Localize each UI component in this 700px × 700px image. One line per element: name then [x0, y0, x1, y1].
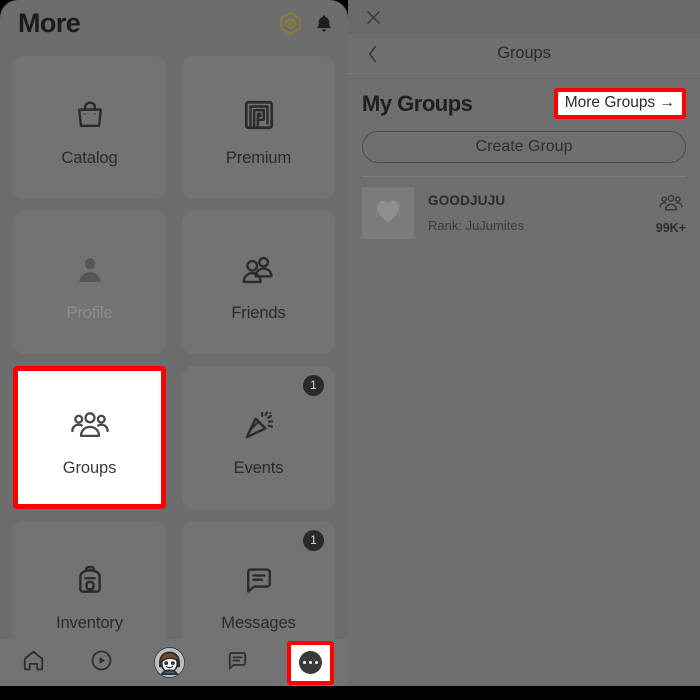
close-x-icon[interactable]: [364, 8, 383, 27]
tile-label: Groups: [62, 459, 117, 477]
status-badge: 1: [303, 375, 324, 396]
section-title: My Groups: [362, 90, 473, 116]
group-list-item[interactable]: GOODJUJU Rank: JuJumites 99K+: [348, 177, 700, 249]
chevron-left-icon[interactable]: [366, 44, 379, 64]
tile-label: Events: [233, 459, 284, 477]
groups-icon: [70, 397, 109, 453]
group-name: GOODJUJU: [428, 193, 506, 208]
shopping-bag-icon: [73, 87, 107, 143]
tile-label: Catalog: [61, 149, 118, 167]
sheet-title-bar: Groups: [348, 34, 700, 74]
more-menu-panel: More Catalog Premium Profile Friends Gro…: [0, 0, 348, 686]
play-circle-icon: [89, 648, 114, 678]
tile-events[interactable]: 1 Events: [182, 366, 335, 509]
device-home-bar: [0, 686, 700, 700]
status-badge: 1: [303, 530, 324, 551]
robux-hexagon-icon[interactable]: [278, 11, 303, 36]
tile-label: Profile: [66, 304, 113, 322]
heart-icon: [374, 198, 402, 229]
page-title: More: [18, 7, 81, 38]
chat-icon: [225, 648, 250, 678]
home-icon: [21, 648, 46, 678]
more-nav-button[interactable]: [287, 640, 334, 685]
tile-label: Inventory: [56, 614, 123, 632]
tile-label: Premium: [225, 149, 292, 167]
group-member-count: 99K+: [656, 192, 686, 235]
message-bubble-icon: [242, 552, 276, 608]
notification-bell-icon[interactable]: [314, 12, 334, 35]
header-icons: [278, 11, 334, 36]
tile-friends[interactable]: Friends: [182, 211, 335, 354]
sheet-close-bar: [348, 0, 700, 34]
tile-profile[interactable]: Profile: [13, 211, 166, 354]
backpack-icon: [73, 552, 107, 608]
party-popper-icon: [241, 397, 277, 453]
tile-label: Friends: [231, 304, 286, 322]
create-group-button[interactable]: Create Group: [362, 131, 686, 163]
group-rank: Rank: JuJumites: [428, 218, 525, 233]
group-members-icon: [658, 192, 684, 219]
more-groups-button[interactable]: More Groups →: [553, 88, 686, 119]
ellipsis-icon: [299, 651, 322, 674]
tile-catalog[interactable]: Catalog: [13, 56, 166, 199]
chat-nav-button[interactable]: [203, 639, 271, 686]
groups-sheet-panel: Groups My Groups More Groups → Create Gr…: [348, 0, 700, 686]
member-count-text: 99K+: [655, 220, 686, 235]
screenshot-root: More Catalog Premium Profile Friends Gro…: [0, 0, 700, 700]
group-thumbnail: [362, 187, 414, 239]
tile-groups[interactable]: Groups: [13, 366, 166, 509]
avatar: [153, 647, 185, 678]
premium-spiral-icon: [242, 87, 276, 143]
my-groups-header-row: My Groups More Groups →: [348, 74, 700, 127]
more-header: More: [0, 0, 348, 46]
discover-nav-button[interactable]: [68, 639, 136, 686]
more-tile-grid: Catalog Premium Profile Friends Groups 1…: [13, 56, 335, 664]
avatar-nav-button[interactable]: [136, 639, 204, 686]
home-nav-button[interactable]: [0, 639, 68, 686]
bottom-navigation-bar: [0, 639, 348, 686]
group-info: GOODJUJU Rank: JuJumites: [428, 193, 642, 233]
sheet-title: Groups: [497, 44, 551, 62]
tile-premium[interactable]: Premium: [182, 56, 335, 199]
person-icon: [73, 242, 107, 298]
tile-label: Messages: [221, 614, 296, 632]
friends-icon: [241, 242, 277, 298]
